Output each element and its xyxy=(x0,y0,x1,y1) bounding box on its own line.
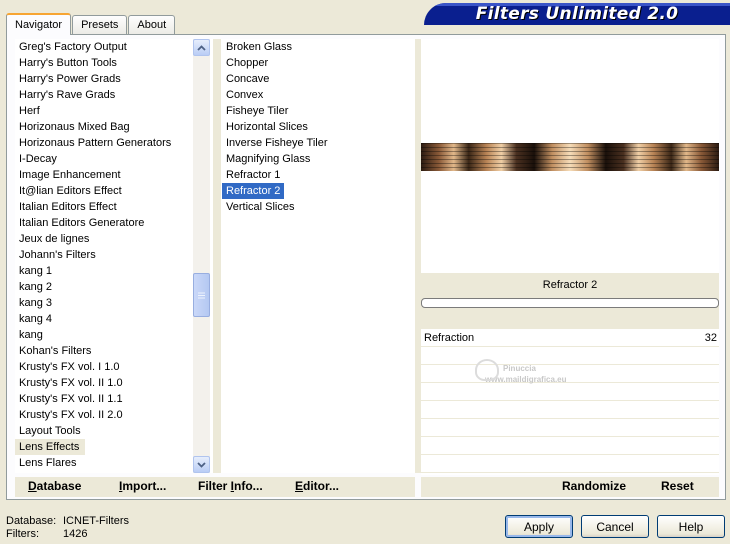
status-info: Database: ICNET-Filters Filters: 1426 xyxy=(6,515,129,541)
category-item[interactable]: kang 4 xyxy=(15,311,193,327)
param-row-empty xyxy=(421,347,719,365)
category-item[interactable]: kang xyxy=(15,327,193,343)
navigator-panel: Greg's Factory Output Harry's Button Tool… xyxy=(6,34,726,500)
category-item[interactable]: It@lian Editors Effect xyxy=(15,183,193,199)
scroll-thumb[interactable] xyxy=(193,273,210,317)
scroll-up-button[interactable] xyxy=(193,39,210,56)
category-scrollbar[interactable] xyxy=(193,39,210,473)
category-item[interactable]: kang 1 xyxy=(15,263,193,279)
filter-item-selected-label: Refractor 2 xyxy=(222,183,285,199)
filter-item[interactable]: Convex xyxy=(221,87,415,103)
database-button[interactable]: Database xyxy=(28,479,81,493)
filter-item[interactable]: Fisheye Tiler xyxy=(221,103,415,119)
filter-item[interactable]: Concave xyxy=(221,71,415,87)
database-value: ICNET-Filters xyxy=(63,515,129,527)
filter-item[interactable]: Magnifying Glass xyxy=(221,151,415,167)
filter-item[interactable]: Horizontal Slices xyxy=(221,119,415,135)
category-item[interactable]: Italian Editors Generatore xyxy=(15,215,193,231)
category-item[interactable]: Jeux de lignes xyxy=(15,231,193,247)
preview-area: Refractor 2 Refraction 32 Pinuccia www.m… xyxy=(421,39,719,475)
tab-strip: Navigator Presets About xyxy=(6,12,176,35)
param-row-empty xyxy=(421,383,719,401)
category-item[interactable]: kang 3 xyxy=(15,295,193,311)
category-item[interactable]: Krusty's FX vol. II 1.1 xyxy=(15,391,193,407)
reset-button[interactable]: Reset xyxy=(661,479,694,493)
category-item[interactable]: Horizonaus Pattern Generators xyxy=(15,135,193,151)
tab-navigator[interactable]: Navigator xyxy=(6,13,72,35)
category-items: Greg's Factory Output Harry's Button Tool… xyxy=(15,39,193,471)
banner-title: Filters Unlimited 2.0 xyxy=(475,4,679,24)
tab-about[interactable]: About xyxy=(128,15,176,34)
category-item[interactable]: Image Enhancement xyxy=(15,167,193,183)
category-item[interactable]: Layout Tools xyxy=(15,423,193,439)
progress-bar xyxy=(421,298,719,308)
category-item[interactable]: Lens Flares xyxy=(15,455,193,471)
filter-item[interactable]: Chopper xyxy=(221,55,415,71)
filter-list[interactable]: Broken Glass Chopper Concave Convex Fisheye … xyxy=(221,39,415,473)
param-row-refraction[interactable]: Refraction 32 xyxy=(421,329,719,347)
filter-info-button[interactable]: Filter Info... xyxy=(198,479,263,493)
category-list[interactable]: Greg's Factory Output Harry's Button Tool… xyxy=(15,39,213,473)
filters-count: 1426 xyxy=(63,528,88,540)
tab-presets[interactable]: Presets xyxy=(72,15,128,34)
grip-icon xyxy=(198,292,205,298)
param-label: Refraction xyxy=(424,331,475,344)
filters-label: Filters: xyxy=(6,528,39,540)
editor-button[interactable]: Editor... xyxy=(295,479,339,493)
preview-image xyxy=(421,39,719,273)
filter-item[interactable]: Refractor 2 xyxy=(221,183,415,199)
database-label: Database: xyxy=(6,515,57,527)
param-row-empty xyxy=(421,401,719,419)
category-item[interactable]: Harry's Power Grads xyxy=(15,71,193,87)
category-item[interactable]: Kohan's Filters xyxy=(15,343,193,359)
current-filter-name: Refractor 2 xyxy=(542,279,598,291)
randomize-button[interactable]: Randomize xyxy=(562,479,626,493)
apply-button[interactable]: Apply xyxy=(505,515,573,538)
category-item[interactable]: Harry's Rave Grads xyxy=(15,87,193,103)
chevron-down-icon xyxy=(197,461,206,468)
filter-item[interactable]: Vertical Slices xyxy=(221,199,415,215)
param-row-empty xyxy=(421,365,719,383)
import-button[interactable]: Import... xyxy=(119,479,166,493)
param-row-empty xyxy=(421,455,719,473)
cancel-button[interactable]: Cancel xyxy=(581,515,649,538)
filter-item[interactable]: Inverse Fisheye Tiler xyxy=(221,135,415,151)
parameter-button-bar: Randomize Reset xyxy=(421,477,719,497)
title-banner: Filters Unlimited 2.0 xyxy=(424,3,730,25)
navigator-button-bar: Database Import... Filter Info... Editor… xyxy=(15,477,415,497)
filter-item[interactable]: Broken Glass xyxy=(221,39,415,55)
category-item[interactable]: Italian Editors Effect xyxy=(15,199,193,215)
parameter-panel: Refraction 32 Pinuccia www.maildigrafica… xyxy=(421,329,719,475)
param-row-empty xyxy=(421,437,719,455)
list-divider xyxy=(213,39,221,473)
category-item[interactable]: kang 2 xyxy=(15,279,193,295)
filter-items: Broken Glass Chopper Concave Convex Fisheye … xyxy=(221,39,415,215)
preview-stripe xyxy=(421,143,719,171)
category-item[interactable]: Johann's Filters xyxy=(15,247,193,263)
category-item[interactable]: Lens Effects xyxy=(15,439,85,455)
category-item[interactable]: Greg's Factory Output xyxy=(15,39,193,55)
category-item[interactable]: I-Decay xyxy=(15,151,193,167)
category-item[interactable]: Herf xyxy=(15,103,193,119)
filter-item[interactable]: Refractor 1 xyxy=(221,167,415,183)
scroll-down-button[interactable] xyxy=(193,456,210,473)
category-item[interactable]: Horizonaus Mixed Bag xyxy=(15,119,193,135)
param-row-empty xyxy=(421,419,719,437)
category-item[interactable]: Krusty's FX vol. II 1.0 xyxy=(15,375,193,391)
help-button[interactable]: Help xyxy=(657,515,725,538)
category-item[interactable]: Krusty's FX vol. I 1.0 xyxy=(15,359,193,375)
chevron-up-icon xyxy=(197,44,206,51)
param-value: 32 xyxy=(704,331,717,344)
category-item[interactable]: Harry's Button Tools xyxy=(15,55,193,71)
category-item[interactable]: Krusty's FX vol. II 2.0 xyxy=(15,407,193,423)
